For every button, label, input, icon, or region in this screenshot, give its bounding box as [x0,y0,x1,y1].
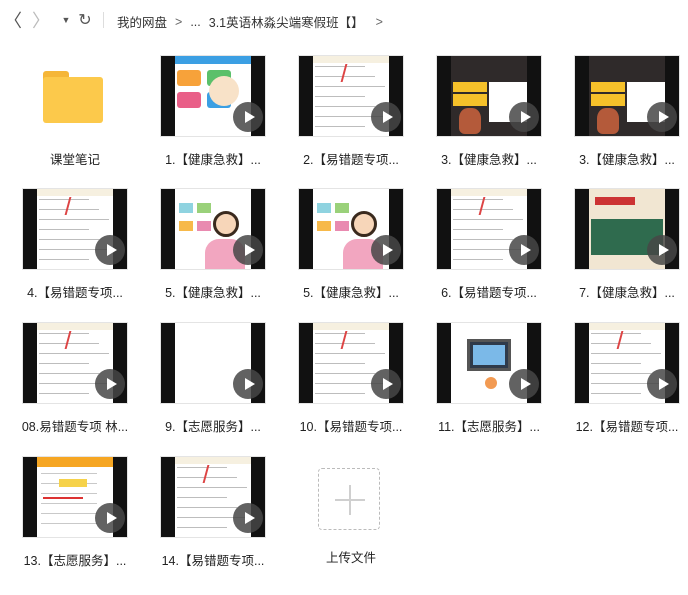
file-label: 5.【健康急救】... [165,286,261,300]
file-label: 3.【健康急救】... [579,153,675,167]
toolbar: 〈 〉 ▼ ↻ 我的网盘 > ... 3.1英语林淼尖端寒假班【】 > [0,0,688,40]
video-thumbnail[interactable] [298,322,404,404]
file-item[interactable]: 11.【志愿服务】... [414,322,564,446]
file-item[interactable]: 4.【易错题专项... [0,188,150,312]
video-thumbnail[interactable] [298,188,404,270]
file-label: 11.【志愿服务】... [438,420,540,434]
upload-label: 上传文件 [325,551,376,565]
chevron-left-icon: 〈 [4,11,22,31]
video-thumbnail[interactable] [436,188,542,270]
forward-button[interactable]: 〉 [30,9,52,31]
file-item[interactable]: 1.【健康急救】... [138,55,288,179]
video-thumbnail[interactable] [160,55,266,137]
play-icon[interactable] [371,369,401,399]
file-item[interactable]: 3.【健康急救】... [552,55,688,179]
play-icon[interactable] [371,102,401,132]
video-thumbnail[interactable] [436,55,542,137]
video-thumbnail[interactable] [298,55,404,137]
play-icon[interactable] [647,235,677,265]
file-item[interactable]: 12.【易错题专项... [552,322,688,446]
refresh-button[interactable]: ↻ [74,9,96,31]
file-label: 6.【易错题专项... [441,286,537,300]
file-item[interactable]: 13.【志愿服务】... [0,456,150,580]
play-icon[interactable] [233,235,263,265]
upload-tile[interactable]: 上传文件 [290,455,410,565]
video-thumbnail[interactable] [574,322,680,404]
file-label: 08.易错题专项 林... [21,420,129,434]
play-icon[interactable] [509,102,539,132]
breadcrumb-current[interactable]: 3.1英语林淼尖端寒假班【】 [209,12,364,31]
file-item[interactable]: 08.易错题专项 林... [0,322,150,446]
video-thumbnail[interactable] [436,322,542,404]
play-icon[interactable] [233,369,263,399]
video-thumbnail[interactable] [574,188,680,270]
file-label: 9.【志愿服务】... [165,420,261,434]
plus-icon[interactable] [318,468,380,530]
video-thumbnail[interactable] [160,456,266,538]
file-item[interactable]: 14.【易错题专项... [138,456,288,580]
file-label: 12.【易错题专项... [575,420,679,434]
video-thumbnail[interactable] [22,188,128,270]
file-item[interactable]: 9.【志愿服务】... [138,322,288,446]
play-icon[interactable] [509,235,539,265]
file-label: 3.【健康急救】... [441,153,537,167]
back-button[interactable]: 〈 [2,9,24,31]
file-item[interactable]: 6.【易错题专项... [414,188,564,312]
video-thumbnail[interactable] [22,456,128,538]
toolbar-divider [103,12,104,28]
file-item[interactable]: 5.【健康急救】... [138,188,288,312]
file-item[interactable]: 10.【易错题专项... [276,322,426,446]
file-item[interactable]: 7.【健康急救】... [552,188,688,312]
video-thumbnail[interactable] [160,188,266,270]
breadcrumb-separator[interactable]: > [376,15,383,29]
play-icon[interactable] [371,235,401,265]
breadcrumb-root[interactable]: 我的网盘 [117,12,167,31]
file-label: 4.【易错题专项... [27,286,123,300]
file-label: 7.【健康急救】... [579,286,675,300]
breadcrumb: 我的网盘 > ... 3.1英语林淼尖端寒假班【】 > [117,12,391,31]
breadcrumb-ellipsis[interactable]: ... [190,15,200,29]
chevron-right-icon: 〉 [32,11,50,31]
video-thumbnail[interactable] [22,322,128,404]
folder-label: 课堂笔记 [49,153,100,167]
play-icon[interactable] [95,369,125,399]
play-icon[interactable] [95,235,125,265]
video-thumbnail[interactable] [574,55,680,137]
file-label: 13.【志愿服务】... [23,554,127,568]
file-item[interactable]: 2.【易错题专项... [276,55,426,179]
play-icon[interactable] [509,369,539,399]
file-item[interactable]: 5.【健康急救】... [276,188,426,312]
refresh-icon: ↻ [78,12,92,29]
file-label: 1.【健康急救】... [165,153,261,167]
breadcrumb-separator: > [175,14,183,29]
caret-down-icon: ▼ [61,15,71,25]
folder-item[interactable]: 课堂笔记 [0,55,150,179]
play-icon[interactable] [647,102,677,132]
play-icon[interactable] [233,102,263,132]
folder-icon [43,71,103,123]
play-icon[interactable] [95,503,125,533]
file-label: 10.【易错题专项... [299,420,403,434]
file-label: 2.【易错题专项... [303,153,399,167]
file-label: 14.【易错题专项... [161,554,265,568]
video-thumbnail[interactable] [160,322,266,404]
file-item[interactable]: 3.【健康急救】... [414,55,564,179]
file-label: 5.【健康急救】... [303,286,399,300]
play-icon[interactable] [233,503,263,533]
play-icon[interactable] [647,369,677,399]
